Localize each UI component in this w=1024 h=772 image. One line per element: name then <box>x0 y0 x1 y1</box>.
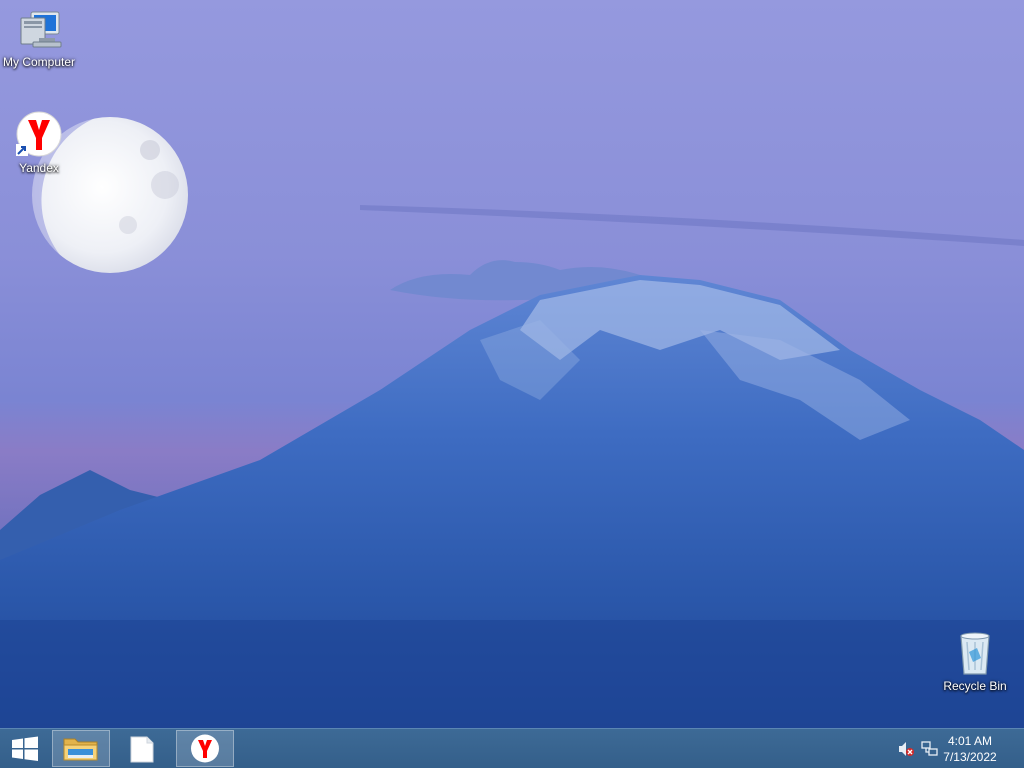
start-button[interactable] <box>0 730 50 767</box>
taskbar-yandex-button[interactable] <box>176 730 234 767</box>
clock-time: 4:01 AM <box>947 734 993 748</box>
clock-date: 7/13/2022 <box>943 750 997 764</box>
taskbar-document-button[interactable] <box>114 730 170 767</box>
desktop-icon-label: Yandex <box>19 161 59 175</box>
taskbar-clock[interactable]: 4:01 AM 7/13/2022 <box>930 733 1010 765</box>
desktop-icon-recycle-bin[interactable]: Recycle Bin <box>936 630 1014 693</box>
desktop[interactable]: My Computer Yandex Recycle Bin <box>0 0 1024 728</box>
taskbar: 4:01 AM 7/13/2022 <box>0 728 1024 768</box>
windows-start-icon <box>12 736 38 761</box>
blank-document-icon <box>130 736 154 763</box>
desktop-icon-label: Recycle Bin <box>943 679 1007 693</box>
volume-button[interactable] <box>897 741 915 762</box>
yandex-browser-icon <box>191 734 219 763</box>
desktop-icon-label: My Computer <box>2 55 76 69</box>
computer-icon <box>20 11 62 48</box>
wallpaper <box>0 0 1024 728</box>
desktop-icon-yandex[interactable]: Yandex <box>0 110 78 175</box>
taskbar-file-explorer-button[interactable] <box>52 730 110 767</box>
yandex-browser-icon <box>16 111 62 157</box>
speaker-muted-icon <box>899 742 914 756</box>
file-explorer-icon <box>63 738 98 761</box>
recycle-bin-icon <box>960 632 990 675</box>
desktop-icon-my-computer[interactable]: My Computer <box>0 8 78 69</box>
